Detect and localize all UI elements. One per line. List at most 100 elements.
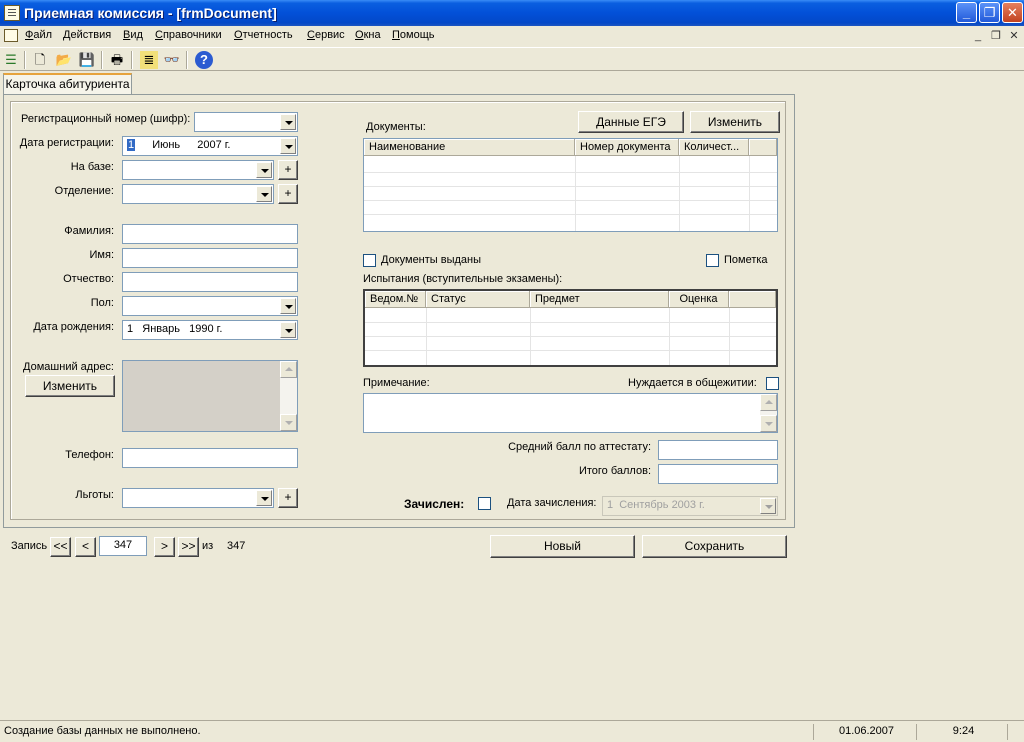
grid-line (364, 200, 777, 201)
exams-col-status[interactable]: Статус (426, 291, 530, 308)
address-memo[interactable] (122, 360, 298, 432)
menu-reports[interactable]: Отчетность (234, 29, 293, 41)
phone-input[interactable] (122, 448, 298, 468)
menu-windows[interactable]: Окна (355, 29, 381, 41)
mdi-close-button[interactable]: ✕ (1006, 29, 1022, 43)
benefits-combo[interactable] (122, 488, 274, 508)
open-folder-icon[interactable]: 📂 (55, 51, 73, 69)
status-grip[interactable] (1007, 724, 1024, 740)
chevron-down-icon[interactable] (256, 490, 272, 506)
total-score-input[interactable] (658, 464, 778, 484)
notes-scrollbar[interactable] (760, 394, 777, 432)
minimize-button[interactable]: _ (956, 2, 977, 23)
exams-col-grade[interactable]: Оценка (669, 291, 729, 308)
base-combo[interactable] (122, 160, 274, 180)
address-scrollbar[interactable] (280, 361, 297, 431)
menu-references[interactable]: Справочники (155, 29, 222, 41)
surname-input[interactable] (122, 224, 298, 244)
save-disk-icon[interactable]: 💾 (78, 51, 96, 69)
chevron-down-icon[interactable] (280, 114, 296, 130)
menu-help[interactable]: Помощь (392, 29, 435, 41)
title-bar[interactable]: Приемная комиссия - [frmDocument] _ ❐ ✕ (0, 0, 1024, 26)
documents-issued-checkbox[interactable] (363, 254, 376, 267)
menu-service[interactable]: Сервис (307, 29, 345, 41)
exams-col-sheet[interactable]: Ведом.№ (365, 291, 426, 308)
documents-col-empty (749, 139, 777, 156)
save-button[interactable]: Сохранить (642, 535, 787, 558)
list-icon[interactable]: ☰ (2, 51, 20, 69)
tab-applicant-card[interactable]: Карточка абитуриента (3, 73, 132, 95)
mdi-document-icon[interactable] (4, 29, 18, 42)
base-label: На базе: (70, 161, 114, 173)
reg-date-month[interactable]: Июнь (152, 139, 180, 151)
menu-actions[interactable]: Действия (63, 29, 111, 41)
scroll-up-icon[interactable] (280, 361, 297, 378)
binoculars-find-icon[interactable]: 👓 (163, 51, 181, 69)
record-label: Запись (11, 540, 48, 552)
grid-line (575, 156, 576, 231)
print-icon[interactable]: 🖶 (108, 51, 126, 69)
scroll-down-icon[interactable] (760, 415, 777, 432)
enrollment-date-picker[interactable]: 1 Сентябрь 2003 г. (602, 496, 778, 516)
current-record-input[interactable]: 347 (99, 536, 147, 556)
documents-col-number[interactable]: Номер документа (575, 139, 679, 156)
chevron-down-icon[interactable] (256, 186, 272, 202)
grid-line (364, 172, 777, 173)
exams-col-subject[interactable]: Предмет (530, 291, 669, 308)
grid-line (365, 336, 776, 337)
restore-icon: ❐ (983, 5, 996, 20)
exams-col-empty (729, 291, 776, 308)
mdi-minimize-button[interactable]: _ (970, 29, 986, 43)
notes-memo[interactable] (363, 393, 778, 433)
dorm-checkbox[interactable] (766, 377, 779, 390)
documents-change-button[interactable]: Изменить (690, 111, 780, 133)
avg-score-input[interactable] (658, 440, 778, 460)
enrolled-checkbox[interactable] (478, 497, 491, 510)
ege-data-button[interactable]: Данные ЕГЭ (578, 111, 684, 133)
documents-col-name[interactable]: Наименование (364, 139, 575, 156)
chevron-down-icon[interactable] (280, 298, 296, 314)
menu-file[interactable]: Файл (25, 29, 52, 41)
department-combo[interactable] (122, 184, 274, 204)
reg-date-day[interactable]: 1 (127, 139, 136, 151)
reg-date-picker[interactable]: 1 Июнь 2007 г. (122, 136, 298, 156)
chevron-down-icon[interactable] (280, 322, 296, 338)
documents-grid[interactable]: Наименование Номер документа Количест... (363, 138, 778, 232)
patronymic-input[interactable] (122, 272, 298, 292)
add-benefits-button[interactable]: + (278, 488, 298, 508)
last-record-button[interactable]: >> (178, 537, 199, 557)
chevron-down-icon[interactable] (256, 162, 272, 178)
documents-label: Документы: (366, 121, 426, 133)
chevron-down-icon[interactable] (760, 498, 776, 514)
maximize-button[interactable]: ❐ (979, 2, 1000, 23)
chevron-down-icon[interactable] (280, 138, 296, 154)
birthdate-picker[interactable]: 1 Январь 1990 г. (122, 320, 298, 340)
add-base-button[interactable]: + (278, 160, 298, 180)
gender-combo[interactable] (122, 296, 298, 316)
enrollment-date-value: 1 Сентябрь 2003 г. (607, 499, 705, 511)
close-button[interactable]: ✕ (1002, 2, 1023, 23)
new-document-icon[interactable]: 🗋 (31, 51, 49, 69)
mark-checkbox[interactable] (706, 254, 719, 267)
minimize-icon: _ (962, 5, 971, 20)
patronymic-label: Отчество: (63, 273, 114, 285)
name-input[interactable] (122, 248, 298, 268)
reg-date-year[interactable]: 2007 г. (197, 139, 230, 151)
report-icon[interactable]: ≣ (140, 51, 158, 69)
mdi-restore-button[interactable]: ❐ (988, 29, 1004, 43)
phone-label: Телефон: (65, 449, 114, 461)
add-department-button[interactable]: + (278, 184, 298, 204)
scroll-down-icon[interactable] (280, 414, 297, 431)
menu-view[interactable]: Вид (123, 29, 143, 41)
documents-col-quantity[interactable]: Количест... (679, 139, 749, 156)
next-record-button[interactable]: > (154, 537, 175, 557)
reg-number-combo[interactable] (194, 112, 298, 132)
exams-grid[interactable]: Ведом.№ Статус Предмет Оценка (363, 289, 778, 367)
prev-record-button[interactable]: < (75, 537, 96, 557)
scroll-up-icon[interactable] (760, 394, 777, 411)
help-icon[interactable]: ? (195, 51, 213, 69)
new-record-button[interactable]: Новый (490, 535, 635, 558)
first-record-button[interactable]: << (50, 537, 71, 557)
enrollment-date-label: Дата зачисления: (507, 497, 597, 509)
address-change-button[interactable]: Изменить (25, 375, 115, 397)
